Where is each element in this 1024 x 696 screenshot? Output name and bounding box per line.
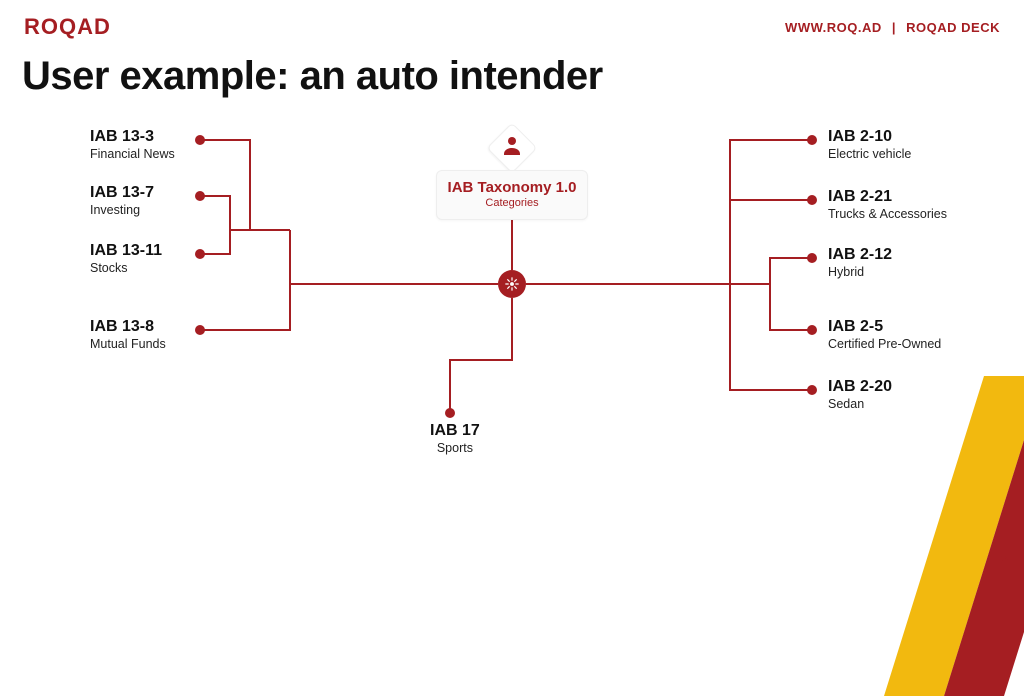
taxonomy-subtitle: Categories xyxy=(443,197,581,209)
category-label: Sports xyxy=(430,441,480,455)
category-code: IAB 13-3 xyxy=(90,128,175,146)
category-code: IAB 13-8 xyxy=(90,318,166,336)
page-title: User example: an auto intender xyxy=(22,54,603,99)
category-label: Investing xyxy=(90,203,154,217)
header-deck: ROQAD DECK xyxy=(906,20,1000,35)
category-right-1: IAB 2-21 Trucks & Accessories xyxy=(828,188,947,221)
header-links: WWW.ROQ.AD | ROQAD DECK xyxy=(785,20,1000,35)
category-left-3: IAB 13-8 Mutual Funds xyxy=(90,318,166,351)
category-code: IAB 2-20 xyxy=(828,378,892,396)
category-left-1: IAB 13-7 Investing xyxy=(90,184,154,217)
category-bottom: IAB 17 Sports xyxy=(430,422,480,455)
taxonomy-diagram: IAB 13-3 Financial News IAB 13-7 Investi… xyxy=(0,100,1024,560)
user-icon xyxy=(498,134,526,162)
category-code: IAB 2-5 xyxy=(828,318,941,336)
category-code: IAB 13-7 xyxy=(90,184,154,202)
category-label: Hybrid xyxy=(828,265,892,279)
category-code: IAB 2-12 xyxy=(828,246,892,264)
category-label: Certified Pre-Owned xyxy=(828,337,941,351)
taxonomy-center: IAB Taxonomy 1.0 Categories xyxy=(436,170,588,220)
header-url: WWW.ROQ.AD xyxy=(785,20,882,35)
category-code: IAB 13-11 xyxy=(90,242,162,260)
category-right-2: IAB 2-12 Hybrid xyxy=(828,246,892,279)
category-label: Stocks xyxy=(90,261,162,275)
category-code: IAB 2-10 xyxy=(828,128,911,146)
category-right-0: IAB 2-10 Electric vehicle xyxy=(828,128,911,161)
category-label: Trucks & Accessories xyxy=(828,207,947,221)
taxonomy-card: IAB Taxonomy 1.0 Categories xyxy=(436,170,588,220)
node-dot xyxy=(807,253,817,263)
category-label: Mutual Funds xyxy=(90,337,166,351)
category-right-3: IAB 2-5 Certified Pre-Owned xyxy=(828,318,941,351)
slide-header: ROQAD WWW.ROQ.AD | ROQAD DECK xyxy=(0,14,1024,40)
node-dot xyxy=(195,191,205,201)
hub-icon xyxy=(498,270,526,298)
brand-logo: ROQAD xyxy=(24,14,111,40)
category-left-2: IAB 13-11 Stocks xyxy=(90,242,162,275)
category-label: Financial News xyxy=(90,147,175,161)
category-code: IAB 17 xyxy=(430,422,480,440)
category-label: Electric vehicle xyxy=(828,147,911,161)
header-separator: | xyxy=(892,20,896,35)
taxonomy-title: IAB Taxonomy 1.0 xyxy=(443,179,581,196)
node-dot xyxy=(445,408,455,418)
node-dot xyxy=(807,195,817,205)
node-dot xyxy=(195,325,205,335)
node-dot xyxy=(807,135,817,145)
node-dot xyxy=(807,385,817,395)
node-dot xyxy=(195,249,205,259)
category-code: IAB 2-21 xyxy=(828,188,947,206)
category-left-0: IAB 13-3 Financial News xyxy=(90,128,175,161)
node-dot xyxy=(807,325,817,335)
category-label: Sedan xyxy=(828,397,892,411)
node-dot xyxy=(195,135,205,145)
category-right-4: IAB 2-20 Sedan xyxy=(828,378,892,411)
page-number: 5 xyxy=(1000,550,1008,566)
